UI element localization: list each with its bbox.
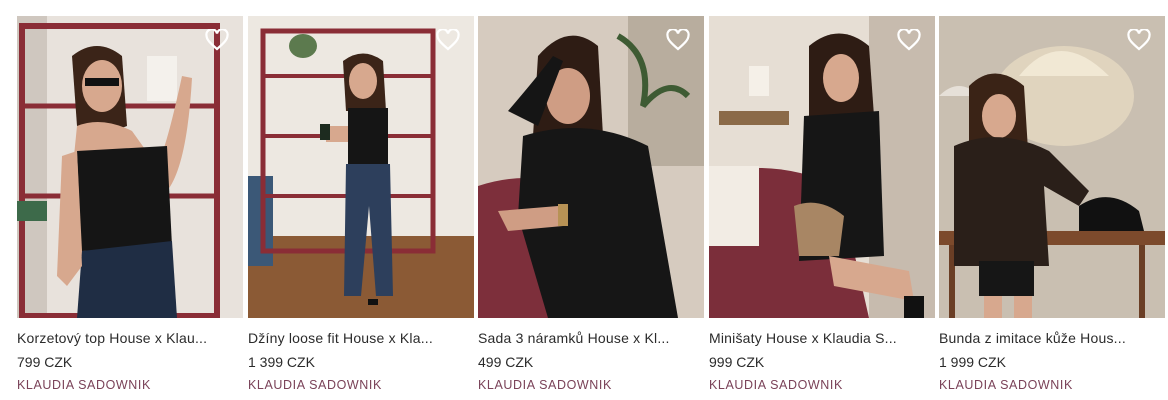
- favorite-heart-icon[interactable]: [897, 29, 921, 51]
- product-price: 799 CZK: [17, 354, 73, 370]
- product-brand[interactable]: KLAUDIA SADOWNIK: [248, 378, 474, 392]
- product-price: 1 399 CZK: [248, 354, 315, 370]
- product-brand[interactable]: KLAUDIA SADOWNIK: [478, 378, 704, 392]
- product-photo: [17, 16, 243, 318]
- product-card[interactable]: Sada 3 náramků House x Kl... 499 CZK KLA…: [478, 16, 704, 392]
- product-brand[interactable]: KLAUDIA SADOWNIK: [709, 378, 935, 392]
- favorite-heart-icon[interactable]: [205, 29, 229, 51]
- product-carousel: Korzetový top House x Klau... 799 CZK KL…: [0, 0, 1168, 400]
- product-price: 499 CZK: [478, 354, 534, 370]
- product-title[interactable]: Korzetový top House x Klau...: [17, 330, 243, 346]
- product-price: 1 999 CZK: [939, 354, 1006, 370]
- favorite-heart-icon[interactable]: [1127, 29, 1151, 51]
- product-card[interactable]: Bunda z imitace kůže Hous... 1 999 CZK K…: [939, 16, 1165, 392]
- favorite-heart-icon[interactable]: [436, 29, 460, 51]
- product-photo: [709, 16, 935, 318]
- favorite-heart-icon[interactable]: [666, 29, 690, 51]
- product-image[interactable]: [248, 16, 474, 318]
- product-brand[interactable]: KLAUDIA SADOWNIK: [939, 378, 1165, 392]
- product-title[interactable]: Džíny loose fit House x Kla...: [248, 330, 474, 346]
- product-card[interactable]: Minišaty House x Klaudia S... 999 CZK KL…: [709, 16, 935, 392]
- product-image[interactable]: [17, 16, 243, 318]
- product-photo: [478, 16, 704, 318]
- product-image[interactable]: [478, 16, 704, 318]
- product-card[interactable]: Korzetový top House x Klau... 799 CZK KL…: [17, 16, 243, 392]
- product-image[interactable]: [939, 16, 1165, 318]
- product-card[interactable]: Džíny loose fit House x Kla... 1 399 CZK…: [248, 16, 474, 392]
- product-title[interactable]: Bunda z imitace kůže Hous...: [939, 330, 1165, 346]
- product-photo: [248, 16, 474, 318]
- product-image[interactable]: [709, 16, 935, 318]
- product-photo: [939, 16, 1165, 318]
- product-price: 999 CZK: [709, 354, 765, 370]
- product-title[interactable]: Sada 3 náramků House x Kl...: [478, 330, 704, 346]
- product-title[interactable]: Minišaty House x Klaudia S...: [709, 330, 935, 346]
- product-brand[interactable]: KLAUDIA SADOWNIK: [17, 378, 243, 392]
